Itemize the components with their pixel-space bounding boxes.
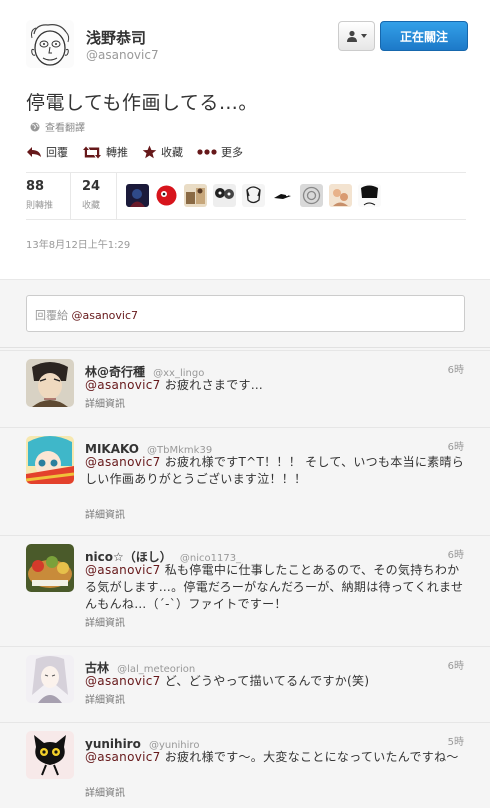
reply-details-link[interactable]: 詳細資訊 <box>85 614 125 629</box>
follow-controls: 正在關注 <box>338 21 468 51</box>
reply-mention[interactable]: @asanovic7 <box>85 563 161 577</box>
stats-divider <box>116 173 117 219</box>
retweet-count-label: 則轉推 <box>26 201 54 211</box>
reply-text: @asanovic7 お疲れさまです… <box>85 377 467 394</box>
favoriter-avatar[interactable] <box>358 184 381 207</box>
reply-mention[interactable]: @asanovic7 <box>85 378 161 392</box>
user-actions-dropdown-button[interactable] <box>338 21 375 51</box>
reply-mention[interactable]: @asanovic7 <box>85 750 161 764</box>
reply-time[interactable]: 6時 <box>448 438 464 453</box>
globe-icon <box>30 122 40 131</box>
reply-time[interactable]: 6時 <box>448 361 464 376</box>
reply-text-body: お疲れ様です〜。大変なことになっていたんですね〜 <box>164 750 459 764</box>
favoriter-avatar[interactable] <box>300 184 323 207</box>
reply-avatar[interactable] <box>26 544 74 592</box>
reply-time[interactable]: 5時 <box>448 733 464 748</box>
reply-avatar[interactable] <box>26 359 74 407</box>
retweet-count: 88 <box>26 179 45 194</box>
reply-text-body: お疲れさまです… <box>164 378 264 392</box>
author-name[interactable]: 浅野恭司 <box>86 27 146 48</box>
reply-input-prefix: 回覆給 <box>35 309 68 322</box>
reply-composer: 回覆給 @asanovic7 <box>0 280 490 348</box>
replies-section: 回覆給 @asanovic7 林@奇行種 @xx_lingo 6時 @asano… <box>0 279 490 808</box>
author-avatar[interactable] <box>26 20 74 68</box>
favorite-count: 24 <box>82 179 101 194</box>
retweet-action-label: 轉推 <box>106 146 128 159</box>
reply-text: @asanovic7 ど、どうやって描いてるんですか(笑) <box>85 673 467 690</box>
reply-text: @asanovic7 お疲れ様ですT^T！！！ そして、いつも本当に素晴らしい作… <box>85 454 467 488</box>
retweet-stat[interactable]: 88 則轉推 <box>26 179 53 211</box>
reply-input[interactable]: 回覆給 @asanovic7 <box>26 295 465 332</box>
reply-item[interactable]: 古林 @lal_meteorion 6時 @asanovic7 ど、どうやって描… <box>0 646 490 722</box>
more-action[interactable]: 更多 <box>197 144 243 160</box>
reply-text: @asanovic7 お疲れ様です〜。大変なことになっていたんですね〜 <box>85 749 467 766</box>
stats-divider <box>70 173 71 219</box>
reply-arrow-icon <box>27 147 41 157</box>
reply-avatar[interactable] <box>26 655 74 703</box>
reply-time[interactable]: 6時 <box>448 657 464 672</box>
favoriter-avatars <box>126 184 381 207</box>
favoriter-avatar[interactable] <box>242 184 265 207</box>
retweet-icon <box>83 146 101 158</box>
reply-details-link[interactable]: 詳細資訊 <box>85 395 125 410</box>
more-dots-icon <box>197 149 217 155</box>
more-action-label: 更多 <box>221 146 243 159</box>
reply-item[interactable]: MIKAKO @TbMkmk39 6時 @asanovic7 お疲れ様ですT^T… <box>0 427 490 535</box>
tweet-actions: 回覆 轉推 收藏 更多 <box>26 144 257 160</box>
reply-text: @asanovic7 私も停電中に仕事したことあるので、その気持ちわかる気がしま… <box>85 562 467 613</box>
reply-action[interactable]: 回覆 <box>26 144 68 160</box>
tweet-stats: 88 則轉推 24 收藏 <box>26 172 466 220</box>
reply-details-link[interactable]: 詳細資訊 <box>85 784 125 799</box>
favoriter-avatar[interactable] <box>329 184 352 207</box>
star-icon <box>142 145 157 159</box>
favoriter-avatar[interactable] <box>155 184 178 207</box>
caret-down-icon <box>361 34 367 38</box>
favoriter-avatar[interactable] <box>126 184 149 207</box>
reply-text-body: ど、どうやって描いてるんですか(笑) <box>164 674 370 688</box>
reply-avatar[interactable] <box>26 731 74 779</box>
favorite-count-label: 收藏 <box>82 201 101 211</box>
author-handle[interactable]: @asanovic7 <box>86 48 159 62</box>
following-button[interactable]: 正在關注 <box>380 21 468 51</box>
reply-details-link[interactable]: 詳細資訊 <box>85 691 125 706</box>
tweet-permalink-page: 浅野恭司 @asanovic7 正在關注 停電しても作画してる…。 查看翻譯 回… <box>0 0 490 808</box>
author-avatar-sketch <box>26 20 74 68</box>
reply-avatar[interactable] <box>26 436 74 484</box>
tweet-text: 停電しても作画してる…。 <box>26 92 258 114</box>
person-icon <box>347 30 357 42</box>
favoriter-avatar[interactable] <box>213 184 236 207</box>
favorite-action-label: 收藏 <box>161 146 183 159</box>
translate-label: 查看翻譯 <box>45 123 85 134</box>
reply-item[interactable]: 林@奇行種 @xx_lingo 6時 @asanovic7 お疲れさまです… 詳… <box>0 350 490 427</box>
favoriter-avatar[interactable] <box>271 184 294 207</box>
reply-item[interactable]: nico☆（ほし） @nico1173_ 6時 @asanovic7 私も停電中… <box>0 535 490 646</box>
favorite-stat[interactable]: 24 收藏 <box>82 179 100 211</box>
reply-mention[interactable]: @asanovic7 <box>85 674 161 688</box>
reply-action-label: 回覆 <box>46 146 68 159</box>
retweet-action[interactable]: 轉推 <box>82 144 128 160</box>
tweet-timestamp[interactable]: 13年8月12日上午1:29 <box>26 236 130 251</box>
reply-mention[interactable]: @asanovic7 <box>85 455 161 469</box>
favoriter-avatar[interactable] <box>184 184 207 207</box>
favorite-action[interactable]: 收藏 <box>142 144 183 160</box>
reply-input-mention: @asanovic7 <box>71 309 139 322</box>
reply-item[interactable]: yunihiro @yunihiro 5時 @asanovic7 お疲れ様です〜… <box>0 722 490 808</box>
reply-time[interactable]: 6時 <box>448 546 464 561</box>
translate-link[interactable]: 查看翻譯 <box>30 119 85 134</box>
reply-details-link[interactable]: 詳細資訊 <box>85 506 125 521</box>
